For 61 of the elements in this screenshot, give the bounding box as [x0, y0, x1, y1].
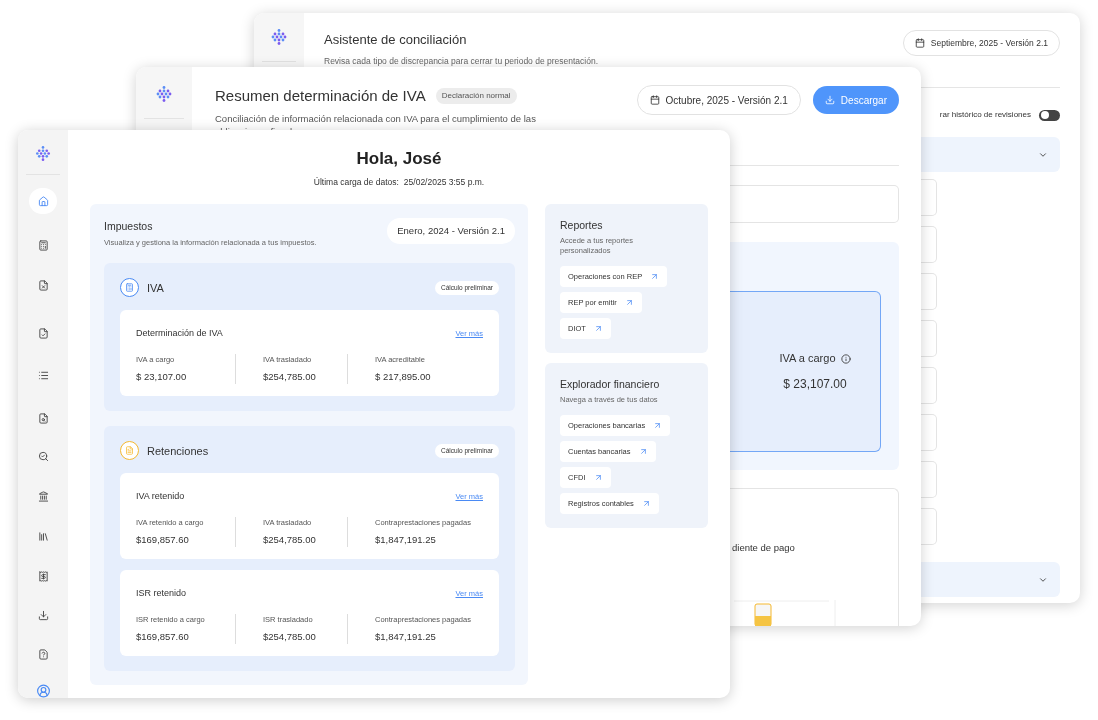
- period-button[interactable]: Septiembre, 2025 - Versión 2.1: [902, 30, 1060, 56]
- search-icon: [37, 450, 49, 462]
- metric-value: $1,847,191.25: [375, 630, 437, 644]
- info-icon: [840, 353, 851, 364]
- bank-icon: [37, 491, 49, 502]
- logo-icon: [156, 86, 172, 102]
- last-load-value: 25/02/2025 3:55 p.m.: [403, 175, 485, 189]
- subtitle: Revisa cada tipo de discrepancia para cerrar tu periodo de presentación.: [324, 54, 599, 68]
- arrow-icon: [593, 324, 603, 333]
- download-icon: [37, 610, 49, 621]
- panel-title: Explorador financiero: [560, 377, 661, 392]
- calendar-icon: [914, 38, 925, 48]
- panel-title: Impuestos: [104, 219, 154, 235]
- kpi-value: $ 23,107.00: [783, 375, 847, 393]
- sidebar-item[interactable]: [29, 188, 57, 215]
- window-title: Asistente de conciliación: [324, 31, 468, 49]
- metric-value: $ 23,107.00: [136, 370, 188, 384]
- file-check-icon: [37, 327, 49, 339]
- status-badge: Declaración normal: [435, 88, 517, 105]
- period-button[interactable]: Octubre, 2025 - Versión 2.1: [636, 85, 801, 115]
- file-search-icon: [37, 413, 49, 425]
- arrow-icon: [624, 298, 634, 307]
- logo-icon: [271, 29, 287, 45]
- home-icon: [37, 195, 49, 207]
- section-title: IVA: [147, 280, 164, 296]
- toggle-label: rar histórico de revisiones: [939, 109, 1031, 121]
- card-title: IVA retenido: [136, 490, 185, 504]
- calculator-icon: [37, 240, 49, 252]
- payment-caption: diente de pago: [732, 541, 796, 555]
- card-title: Determinación de IVA: [136, 327, 223, 341]
- kpi-label: IVA a cargo: [779, 351, 836, 367]
- section-title: Retenciones: [147, 443, 209, 459]
- profile-icon[interactable]: [35, 684, 51, 698]
- metric-value: $169,857.60: [136, 533, 190, 547]
- list-icon: [37, 370, 49, 381]
- books-icon: [37, 531, 49, 543]
- help-icon: [37, 649, 49, 661]
- download-icon: [824, 95, 835, 105]
- metric-value: $254,785.00: [263, 370, 317, 384]
- arrow-icon: [650, 272, 660, 281]
- metric-value: $169,857.60: [136, 630, 190, 644]
- file-x-icon: [37, 280, 49, 292]
- metric-value: $1,847,191.25: [375, 533, 437, 547]
- period-button[interactable]: Enero, 2024 - Versión 2.1: [387, 218, 515, 245]
- card-title: ISR retenido: [136, 587, 187, 601]
- logo-icon: [35, 146, 51, 162]
- arrow-icon: [638, 446, 648, 456]
- metric-value: $254,785.00: [263, 630, 317, 644]
- receipt-icon: [37, 570, 49, 582]
- last-load-label: Última carga de datos:: [313, 175, 399, 189]
- calendar-icon: [649, 95, 660, 105]
- arrow-icon: [593, 472, 603, 482]
- input-field[interactable]: [730, 185, 899, 223]
- history-toggle[interactable]: [1039, 109, 1060, 121]
- arrow-icon: [641, 498, 651, 508]
- panel-title: Reportes: [560, 218, 604, 234]
- metric-value: $254,785.00: [263, 533, 317, 547]
- arrow-icon: [653, 420, 663, 430]
- metric-value: $ 217,895.00: [375, 370, 431, 384]
- window-title: Resumen determinación de IVA: [215, 86, 426, 106]
- greeting: Hola, José: [356, 148, 442, 170]
